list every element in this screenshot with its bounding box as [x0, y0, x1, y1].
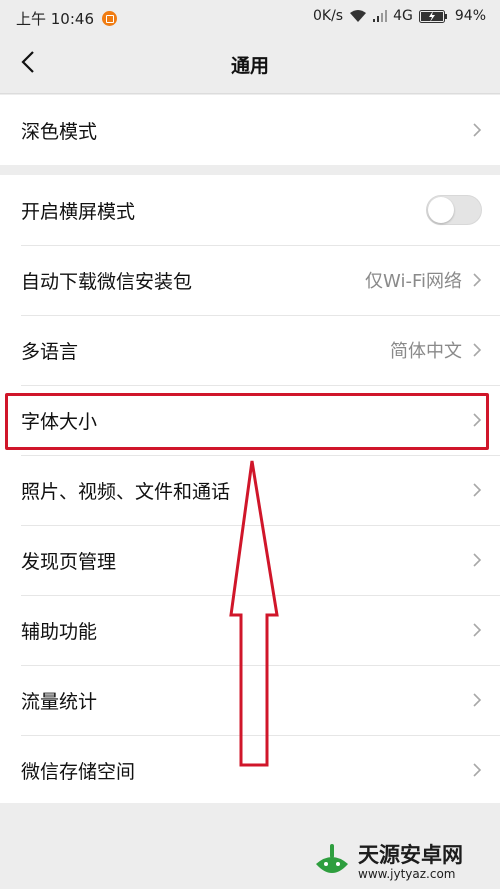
setting-label: 流量统计: [21, 690, 98, 713]
setting-row-language[interactable]: 多语言 简体中文: [0, 315, 500, 385]
chevron-right-icon: [472, 552, 482, 568]
status-bar: 上午 10:46 0K/s 4G 94%: [0, 0, 500, 34]
chevron-right-icon: [472, 272, 482, 288]
row-right: [472, 385, 482, 455]
row-right: [426, 175, 482, 245]
setting-label: 照片、视频、文件和通话: [21, 480, 231, 503]
toggle-knob: [428, 197, 454, 223]
row-right: [472, 665, 482, 735]
notification-icon: [102, 11, 117, 26]
setting-label: 自动下载微信安装包: [21, 270, 193, 293]
row-right: 简体中文: [390, 315, 482, 385]
network-type: 4G: [393, 8, 413, 24]
status-time: 上午 10:46: [16, 10, 94, 28]
setting-row-media[interactable]: 照片、视频、文件和通话: [0, 455, 500, 525]
row-right: [472, 525, 482, 595]
setting-label: 字体大小: [21, 410, 98, 433]
battery-level: 94%: [454, 8, 486, 24]
settings-group-general: 开启横屏模式 自动下载微信安装包 仅Wi-Fi网络 多语言 简体中文 字体大小: [0, 175, 500, 803]
setting-label: 深色模式: [21, 120, 98, 143]
watermark-title: 天源安卓网: [358, 843, 463, 867]
settings-group-display: 深色模式: [0, 95, 500, 165]
network-speed: 0K/s: [313, 8, 344, 24]
row-right: [472, 595, 482, 665]
chevron-right-icon: [472, 482, 482, 498]
chevron-right-icon: [472, 342, 482, 358]
wifi-icon: [349, 9, 367, 23]
setting-row-data-usage[interactable]: 流量统计: [0, 665, 500, 735]
chevron-right-icon: [472, 412, 482, 428]
row-right: [472, 735, 482, 805]
signal-icon: [373, 10, 388, 22]
nav-bar: 通用: [0, 34, 500, 94]
battery-icon: [418, 9, 449, 23]
watermark-url: www.jytyaz.com: [358, 867, 456, 881]
setting-value: 简体中文: [390, 341, 462, 362]
status-left: 上午 10:46: [16, 8, 117, 29]
watermark: 天源安卓网 www.jytyaz.com: [312, 842, 463, 882]
setting-value: 仅Wi-Fi网络: [365, 271, 462, 292]
setting-label: 微信存储空间: [21, 760, 136, 783]
setting-row-storage[interactable]: 微信存储空间: [0, 735, 500, 805]
setting-row-auto-download[interactable]: 自动下载微信安装包 仅Wi-Fi网络: [0, 245, 500, 315]
setting-label: 多语言: [21, 340, 79, 363]
setting-row-landscape[interactable]: 开启横屏模式: [0, 175, 500, 245]
landscape-toggle[interactable]: [426, 195, 482, 225]
setting-row-dark-mode[interactable]: 深色模式: [0, 95, 500, 165]
setting-label: 开启横屏模式: [21, 200, 136, 223]
chevron-right-icon: [472, 622, 482, 638]
chevron-right-icon: [472, 692, 482, 708]
setting-row-accessibility[interactable]: 辅助功能: [0, 595, 500, 665]
row-right: 仅Wi-Fi网络: [365, 245, 482, 315]
watermark-text: 天源安卓网 www.jytyaz.com: [358, 843, 463, 881]
page-title: 通用: [230, 55, 269, 77]
chevron-right-icon: [472, 122, 482, 138]
setting-label: 发现页管理: [21, 550, 117, 573]
setting-label: 辅助功能: [21, 620, 98, 643]
chevron-right-icon: [472, 762, 482, 778]
setting-row-font-size[interactable]: 字体大小: [0, 385, 500, 455]
row-right: [472, 455, 482, 525]
setting-row-discover[interactable]: 发现页管理: [0, 525, 500, 595]
status-right: 0K/s 4G 94%: [313, 8, 486, 24]
row-right: [472, 95, 482, 165]
watermark-logo-icon: [312, 842, 352, 882]
